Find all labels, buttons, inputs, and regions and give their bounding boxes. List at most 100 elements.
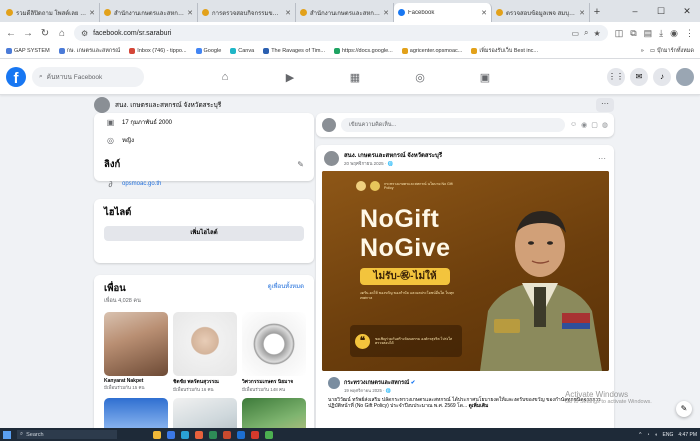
windows-start-icon[interactable] bbox=[3, 430, 11, 439]
post-date[interactable]: 20 พฤศจิกายน 2025 · 🌐 bbox=[344, 160, 442, 167]
friend-item[interactable] bbox=[104, 398, 168, 428]
friend-photo[interactable] bbox=[242, 312, 306, 376]
see-more-link[interactable]: ดูเพิ่มเติม bbox=[469, 403, 489, 409]
language-indicator[interactable]: ENG bbox=[663, 432, 674, 438]
emoji-icon[interactable]: ☺ bbox=[570, 121, 577, 129]
page-name[interactable]: สนง. เกษตรและสหกรณ์ จังหวัดสระบุรี bbox=[115, 100, 221, 110]
bookmark-item[interactable]: https://docs.google... bbox=[334, 48, 393, 54]
close-tab-icon[interactable]: ✕ bbox=[89, 9, 95, 17]
browser-tab[interactable]: การตรวจสอบกิจกรรมของฉัน ✕ bbox=[198, 3, 296, 22]
menu-grid-icon[interactable]: ⋮⋮ bbox=[607, 67, 625, 86]
friend-photo[interactable] bbox=[242, 398, 306, 428]
site-info-icon[interactable]: ⚙ bbox=[81, 29, 88, 38]
new-tab-button[interactable]: + bbox=[590, 3, 604, 22]
tray-chevron-icon[interactable]: ^ bbox=[639, 432, 641, 438]
see-all-friends-link[interactable]: ดูเพื่อนทั้งหมด bbox=[268, 281, 304, 296]
friend-photo[interactable] bbox=[173, 398, 237, 428]
reload-icon[interactable]: ↻ bbox=[40, 28, 50, 39]
new-message-compose-icon[interactable]: ✎ bbox=[676, 401, 692, 417]
close-tab-icon[interactable]: ✕ bbox=[285, 9, 291, 17]
sidepanel-icon[interactable]: ▤ bbox=[644, 28, 653, 39]
taskbar-app-icon[interactable] bbox=[223, 430, 231, 439]
post-author-avatar[interactable] bbox=[324, 150, 339, 166]
taskbar-app-icon[interactable] bbox=[195, 430, 203, 439]
bookmark-item[interactable]: Google bbox=[195, 48, 221, 54]
extension-icon[interactable]: ◫ bbox=[615, 28, 624, 39]
friend-item[interactable] bbox=[173, 398, 237, 428]
close-tab-icon[interactable]: ✕ bbox=[579, 9, 585, 17]
shared-author-avatar[interactable] bbox=[328, 377, 340, 389]
url-text[interactable]: facebook.com/sr.saraburi bbox=[93, 30, 566, 37]
browser-tab[interactable]: สำนักงานเกษตรและสหกรณ์ ✕ bbox=[100, 3, 198, 22]
back-icon[interactable]: ← bbox=[6, 28, 16, 39]
friend-item[interactable]: วิศวกรรมเกษตร นิยมาจ มีเพื่อนร่วมกัน 148… bbox=[242, 312, 306, 393]
maximize-button[interactable]: ☐ bbox=[648, 6, 674, 17]
bookmark-item[interactable]: agricenter.opsmoac... bbox=[401, 48, 462, 54]
cast-icon[interactable]: ▭ bbox=[571, 29, 579, 38]
camera-icon[interactable]: ◉ bbox=[581, 121, 587, 129]
profile-icon[interactable]: ◉ bbox=[670, 28, 678, 39]
clock[interactable]: 4:47 PM bbox=[678, 432, 697, 438]
page-avatar[interactable] bbox=[94, 97, 110, 113]
notifications-bell-icon[interactable]: ♪ bbox=[653, 67, 671, 86]
taskbar-app-icon[interactable] bbox=[181, 430, 189, 439]
friend-name[interactable]: วิศวกรรมเกษตร นิยมาจ bbox=[242, 378, 306, 386]
sticker-icon[interactable]: ◍ bbox=[602, 121, 608, 129]
gaming-tab-icon[interactable]: ▣ bbox=[465, 71, 505, 84]
bookmark-item[interactable]: กษ. เกษตรและสหกรณ์ bbox=[58, 47, 120, 55]
taskbar-app-icon[interactable] bbox=[167, 430, 175, 439]
shared-author-name[interactable]: กระทรวงเกษตรและสหกรณ์ bbox=[344, 380, 409, 386]
volume-icon[interactable]: ◖ bbox=[655, 432, 658, 438]
friend-item[interactable]: ชิดชัย พลรัตนสุวรรณ มีเพื่อนร่วมกัน 16 ค… bbox=[173, 312, 237, 393]
minimize-button[interactable]: – bbox=[622, 6, 648, 16]
bookmark-item[interactable]: GAP SYSTEM bbox=[6, 48, 50, 54]
bookmark-star-icon[interactable]: ★ bbox=[594, 29, 601, 38]
taskbar-app-icon[interactable] bbox=[209, 430, 217, 439]
post-more-icon[interactable]: ··· bbox=[598, 154, 606, 163]
post-image[interactable]: กระทรวงเกษตรและสหกรณ์ นโยบาย No Gift Pol… bbox=[322, 171, 609, 371]
browser-tab[interactable]: สำนักงานเกษตรและสหกรณ์ ✕ bbox=[296, 3, 394, 22]
bookmark-item[interactable]: The Ravages of Tim... bbox=[263, 48, 325, 54]
comment-input[interactable]: เขียนความคิดเห็น... bbox=[341, 118, 565, 132]
shared-post-date[interactable]: 19 พฤศจิกายน 2025 · 🌐 bbox=[328, 387, 603, 394]
friend-item[interactable] bbox=[242, 398, 306, 428]
forward-icon[interactable]: → bbox=[23, 28, 33, 39]
close-tab-icon[interactable]: ✕ bbox=[481, 9, 487, 17]
page-more-button[interactable]: ··· bbox=[596, 98, 614, 112]
video-tab-icon[interactable]: ▶ bbox=[270, 71, 310, 84]
wifi-icon[interactable]: ◔ bbox=[646, 432, 649, 438]
close-tab-icon[interactable]: ✕ bbox=[187, 9, 193, 17]
bookmarks-more-button[interactable]: » bbox=[641, 48, 644, 54]
taskbar-app-icon[interactable] bbox=[251, 430, 259, 439]
post-author-name[interactable]: สนง. เกษตรและสหกรณ์ จังหวัดสระบุรี bbox=[344, 150, 442, 160]
browser-tab[interactable]: ตรวจสอบข้อมูลเพจ สมบุรณ์ ✕ bbox=[492, 3, 590, 22]
close-window-button[interactable]: ✕ bbox=[674, 6, 700, 17]
gif-icon[interactable]: ▢ bbox=[591, 121, 598, 129]
friend-name[interactable]: ชิดชัย พลรัตนสุวรรณ bbox=[173, 378, 237, 386]
close-tab-icon[interactable]: ✕ bbox=[383, 9, 389, 17]
groups-tab-icon[interactable]: ◎ bbox=[400, 71, 440, 84]
download-icon[interactable]: ⤓ bbox=[659, 28, 663, 39]
bookmark-item[interactable]: เพิ่มรองรับเว็บ Best inc... bbox=[471, 47, 538, 55]
friend-photo[interactable] bbox=[104, 312, 168, 376]
home-icon[interactable]: ⌂ bbox=[57, 28, 67, 39]
browser-tab-active[interactable]: Facebook ✕ bbox=[394, 3, 492, 22]
facebook-search-input[interactable]: ⌕ ค้นหาบน Facebook bbox=[32, 66, 144, 87]
url-bar[interactable]: ⚙ facebook.com/sr.saraburi ▭ ⌕ ★ bbox=[74, 25, 608, 41]
account-avatar[interactable] bbox=[676, 67, 694, 86]
marketplace-tab-icon[interactable]: ▦ bbox=[335, 71, 375, 84]
taskbar-search[interactable]: ⌕ Search bbox=[17, 430, 117, 439]
zoom-icon[interactable]: ⌕ bbox=[584, 28, 588, 38]
friend-photo[interactable] bbox=[173, 312, 237, 376]
bookmark-item[interactable]: Inbox (746) - tippo... bbox=[129, 48, 187, 54]
bookmark-item[interactable]: Canva bbox=[230, 48, 254, 54]
pencil-icon[interactable]: ✎ bbox=[297, 160, 304, 169]
home-tab-icon[interactable]: ⌂ bbox=[205, 71, 245, 83]
messenger-icon[interactable]: ✉ bbox=[630, 67, 648, 86]
taskbar-app-icon[interactable] bbox=[237, 430, 245, 439]
menu-icon[interactable]: ⋮ bbox=[685, 28, 694, 39]
facebook-logo-icon[interactable]: f bbox=[6, 66, 26, 87]
friend-item[interactable]: Kanyarat Nakpet มีเพื่อนร่วมกัน 15 คน bbox=[104, 312, 168, 393]
add-highlight-button[interactable]: เพิ่มไฮไลต์ bbox=[104, 226, 304, 241]
website-link[interactable]: opsmoac.go.th bbox=[122, 181, 161, 187]
